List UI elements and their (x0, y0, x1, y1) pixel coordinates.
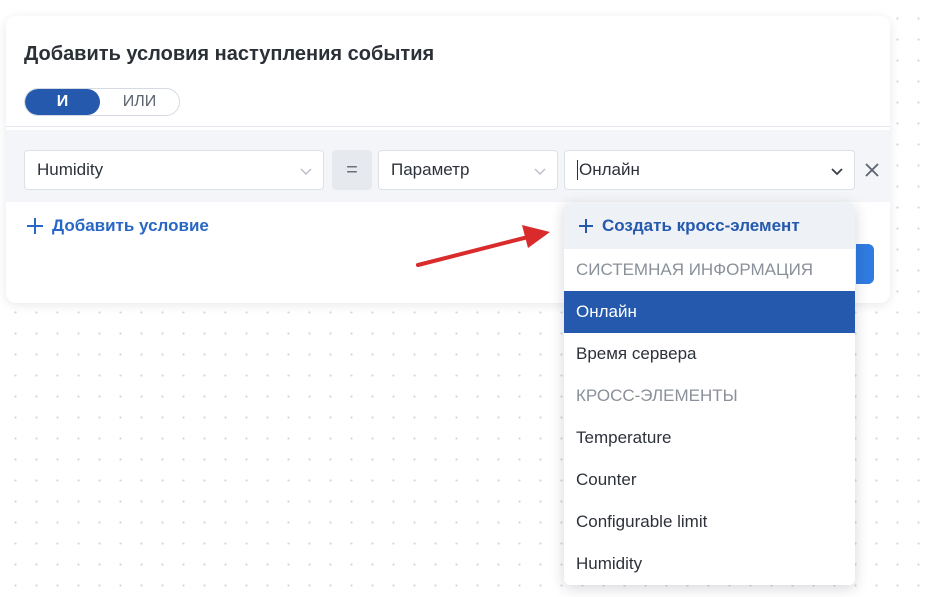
plus-icon (579, 219, 593, 233)
right-operand-value: Онлайн (579, 160, 640, 179)
add-condition-label: Добавить условие (52, 216, 209, 235)
group-header-cross-elements: КРОСС-ЭЛЕМЕНТЫ (576, 386, 738, 405)
option-counter[interactable]: Counter (564, 459, 855, 501)
create-cross-element-button[interactable]: Создать кросс-элемент (564, 203, 855, 249)
annotation-arrow-icon (416, 225, 550, 267)
option-server-time[interactable]: Время сервера (564, 333, 855, 375)
options-dropdown: Создать кросс-элемент СИСТЕМНАЯ ИНФОРМАЦ… (564, 203, 855, 585)
group-header-system: СИСТЕМНАЯ ИНФОРМАЦИЯ (576, 260, 814, 279)
operator-button[interactable]: = (332, 150, 372, 190)
remove-condition-close-icon[interactable] (864, 162, 880, 178)
value-type-select[interactable]: Параметр (378, 150, 558, 190)
right-operand-select[interactable]: Онлайн (564, 150, 855, 190)
chevron-down-icon (300, 168, 312, 175)
divider (6, 126, 890, 127)
value-type-value: Параметр (391, 160, 470, 179)
chevron-down-icon (534, 168, 546, 175)
primary-button-edge[interactable] (856, 244, 874, 284)
left-operand-select[interactable]: Humidity (24, 150, 324, 190)
chevron-down-icon (831, 168, 843, 176)
toggle-or[interactable]: ИЛИ (100, 89, 179, 115)
option-humidity[interactable]: Humidity (564, 543, 855, 585)
option-temperature[interactable]: Temperature (564, 417, 855, 459)
dialog-title: Добавить условия наступления события (24, 43, 435, 65)
create-cross-element-label: Создать кросс-элемент (602, 216, 800, 235)
text-cursor (577, 160, 578, 180)
left-operand-value: Humidity (37, 160, 104, 179)
toggle-and[interactable]: И (25, 89, 100, 115)
plus-icon (27, 218, 43, 234)
logic-toggle[interactable]: И ИЛИ (24, 88, 180, 116)
condition-row: Humidity = Параметр Онлайн (6, 130, 890, 202)
add-condition-button[interactable]: Добавить условие (26, 216, 209, 236)
option-online[interactable]: Онлайн (564, 291, 855, 333)
option-configurable-limit[interactable]: Configurable limit (564, 501, 855, 543)
